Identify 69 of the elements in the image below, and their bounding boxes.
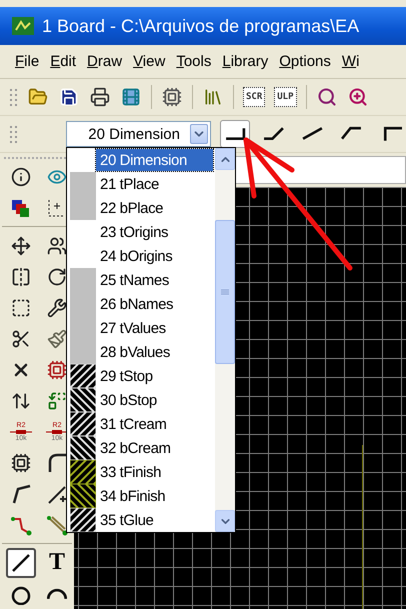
layer-option[interactable]: 27 tValues <box>96 317 213 339</box>
layer-option[interactable]: 34 bFinish <box>96 485 213 507</box>
layer-option[interactable]: 21 tPlace <box>96 173 213 195</box>
app-icon <box>12 17 34 35</box>
menu-item[interactable]: Tools <box>176 53 212 70</box>
chip-icon <box>47 360 67 380</box>
cut-icon <box>11 328 31 348</box>
figures-icon <box>47 236 67 256</box>
info-icon <box>11 166 31 186</box>
dashed-square-icon <box>11 298 31 318</box>
layer-option[interactable]: 35 tGlue <box>96 509 213 531</box>
menu-item[interactable]: File <box>15 53 40 70</box>
chip-icon[interactable] <box>161 86 183 108</box>
tool-button[interactable] <box>6 548 36 578</box>
magnifier-icon[interactable] <box>316 86 338 108</box>
layer-option[interactable]: 31 tCream <box>96 413 213 435</box>
wire-bend-icon <box>302 126 324 142</box>
wrench-icon <box>47 298 67 318</box>
move-icon <box>11 236 31 256</box>
chip-icon <box>11 452 31 472</box>
save-icon[interactable] <box>58 86 80 108</box>
toolbar-grip[interactable] <box>8 86 18 108</box>
rotate-icon <box>47 266 67 286</box>
layer-option[interactable]: 22 bPlace <box>96 197 213 219</box>
print-icon[interactable] <box>89 86 111 108</box>
scroll-down-button[interactable] <box>215 510 235 532</box>
layer-option[interactable]: 33 tFinish <box>96 461 213 483</box>
layer-option[interactable]: 23 tOrigins <box>96 221 213 243</box>
layer-option[interactable]: 29 tStop <box>96 365 213 387</box>
resistor-icon <box>46 428 68 434</box>
ripup-icon <box>46 514 68 536</box>
toolbar-grip[interactable] <box>8 123 18 145</box>
menu-item[interactable]: Draw <box>87 53 122 70</box>
layer-option[interactable]: 26 bNames <box>96 293 213 315</box>
menu-item[interactable]: Library <box>222 53 268 70</box>
window-title: 1 Board - C:\Arquivos de programas\EA <box>42 16 360 36</box>
layer-option[interactable]: 24 bOrigins <box>96 245 213 267</box>
wire-bend-icon <box>263 126 285 142</box>
swap-icon <box>11 390 31 410</box>
scroll-thumb[interactable] <box>215 220 235 364</box>
wire-bend-icon <box>341 126 363 142</box>
menu-item[interactable]: Options <box>279 53 331 70</box>
menu-item[interactable]: Edit <box>50 53 76 70</box>
menu-item[interactable]: View <box>133 53 166 70</box>
menu-item[interactable]: Wi <box>342 53 360 70</box>
layer-option[interactable]: 30 bStop <box>96 389 213 411</box>
zoom-in-icon[interactable] <box>346 86 369 108</box>
mirror-icon <box>11 266 31 286</box>
script-button[interactable]: ULP <box>274 87 297 107</box>
arc-icon <box>47 588 67 600</box>
line-icon <box>10 552 32 574</box>
layer-option[interactable]: 25 tNames <box>96 269 213 291</box>
bend-button[interactable] <box>220 120 250 148</box>
split-icon <box>10 482 32 504</box>
scrollbar[interactable] <box>215 148 235 532</box>
text-tool[interactable]: T <box>42 548 72 578</box>
layer-combo[interactable]: 20 Dimension <box>66 121 211 147</box>
brush-icon <box>47 328 67 348</box>
layer-option[interactable]: 20 Dimension <box>96 149 213 171</box>
dropdown-button[interactable] <box>190 124 208 144</box>
layer-option[interactable]: 28 bValues <box>96 341 213 363</box>
wire-bend-icon <box>224 126 246 142</box>
miter-icon <box>46 452 68 474</box>
scroll-up-button[interactable] <box>215 148 235 170</box>
film-icon[interactable] <box>120 86 142 108</box>
replace-icon <box>47 390 67 410</box>
layer-option[interactable]: 32 bCream <box>96 437 213 459</box>
script-button[interactable]: SCR <box>243 87 266 107</box>
resistor-icon <box>10 428 32 434</box>
